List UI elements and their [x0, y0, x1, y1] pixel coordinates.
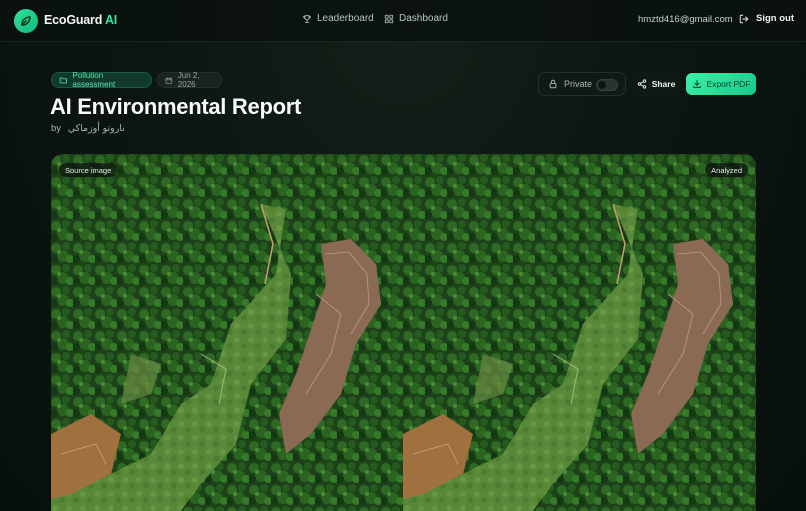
nav-dashboard-label: Dashboard	[399, 13, 448, 24]
share-button[interactable]: Share	[631, 72, 681, 96]
lock-icon	[549, 79, 557, 89]
log-out-icon	[739, 14, 749, 23]
export-pdf-label: Export PDF	[706, 79, 751, 89]
author-name: ناروتو أوزماكي	[67, 123, 125, 134]
private-label: Private	[564, 79, 593, 89]
download-icon	[692, 80, 701, 88]
category-badge: Pollution assessment	[51, 71, 152, 89]
nav-leaderboard[interactable]: Leaderboard	[302, 13, 374, 24]
brand-name[interactable]: EcoGuard AI	[44, 13, 117, 27]
by-label: by	[51, 123, 62, 134]
category-label: Pollution assessment	[72, 71, 116, 89]
calendar-icon	[165, 77, 173, 84]
export-pdf-button[interactable]: Export PDF	[686, 73, 756, 95]
analyzed-image: Analyzed	[403, 154, 756, 511]
share-label: Share	[651, 79, 676, 89]
private-control: Private	[538, 72, 626, 96]
analyzed-image-tag: Analyzed	[705, 163, 748, 177]
user-email: hmztd416@gmail.com	[638, 14, 733, 25]
folder-icon	[59, 77, 67, 83]
sign-out-label: Sign out	[756, 13, 794, 24]
brand-name-accent: AI	[104, 13, 118, 27]
date-label: Jun 2, 2026	[177, 71, 200, 89]
author-line: by ناروتو أوزماكي	[51, 123, 125, 134]
private-toggle[interactable]	[596, 79, 618, 91]
brand-name-text: EcoGuard	[44, 13, 103, 27]
page-title: AI Environmental Report	[50, 94, 302, 119]
date-badge: Jun 2, 2026	[157, 71, 222, 89]
nav-leaderboard-label: Leaderboard	[317, 13, 374, 24]
grid-icon	[384, 14, 394, 23]
sign-out-button[interactable]: Sign out	[739, 13, 794, 24]
leaf-logo-icon[interactable]	[14, 9, 38, 33]
source-image: Source image	[51, 154, 404, 511]
source-image-tag: Source image	[59, 163, 118, 177]
toggle-knob	[598, 81, 606, 89]
trophy-icon	[303, 14, 311, 23]
top-navigation-bar: EcoGuard AI Leaderboard Dashboard hmztd4…	[0, 0, 806, 42]
nav-dashboard[interactable]: Dashboard	[384, 13, 448, 24]
share-icon	[637, 79, 646, 89]
image-comparison-panel: Source image Analyzed	[51, 154, 756, 511]
